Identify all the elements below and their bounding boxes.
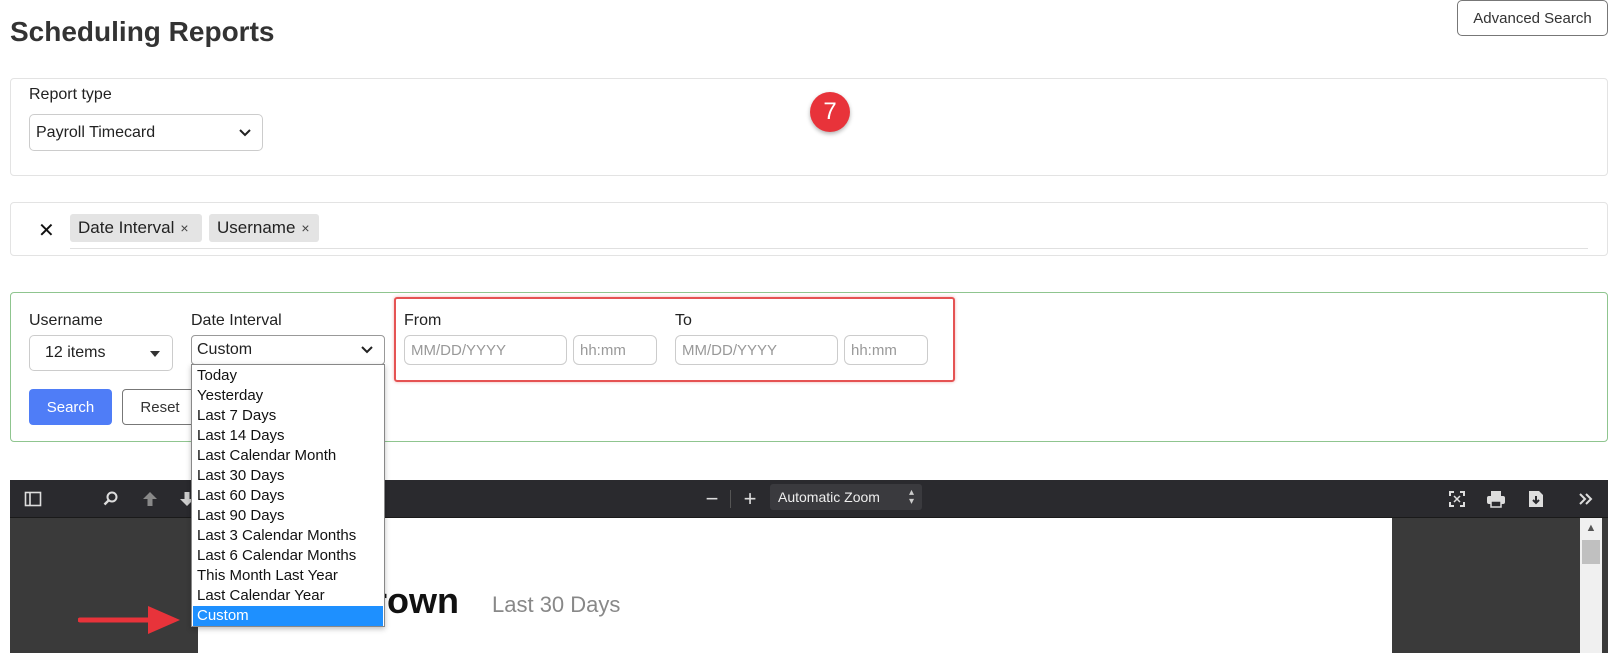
date-interval-select[interactable]: Custom (191, 335, 385, 365)
dropdown-option-last-7-days[interactable]: Last 7 Days (193, 406, 383, 426)
dropdown-option-last-3-calendar-months[interactable]: Last 3 Calendar Months (193, 526, 383, 546)
scroll-thumb[interactable] (1582, 540, 1600, 564)
annotation-highlight-box (394, 297, 955, 382)
clear-filters-icon[interactable]: ✕ (38, 218, 55, 243)
dropdown-option-yesterday[interactable]: Yesterday (193, 386, 383, 406)
advanced-search-button[interactable]: Advanced Search (1457, 0, 1608, 36)
print-icon[interactable] (1483, 486, 1509, 512)
chevron-down-icon (361, 346, 373, 354)
dropdown-option-last-calendar-month[interactable]: Last Calendar Month (193, 446, 383, 466)
username-value: 12 items (45, 344, 106, 361)
dropdown-option-last-6-calendar-months[interactable]: Last 6 Calendar Months (193, 546, 383, 566)
dropdown-option-custom[interactable]: Custom (193, 606, 383, 626)
previous-page-icon[interactable] (137, 486, 163, 512)
reset-button[interactable]: Reset (122, 389, 198, 425)
report-type-value: Payroll Timecard (36, 123, 156, 141)
dropdown-option-last-14-days[interactable]: Last 14 Days (193, 426, 383, 446)
report-type-select[interactable]: Payroll Timecard (29, 114, 263, 151)
report-heading: rown (373, 580, 459, 621)
dropdown-option-today[interactable]: Today (193, 366, 383, 386)
date-interval-value: Custom (197, 341, 253, 358)
dropdown-option-last-90-days[interactable]: Last 90 Days (193, 506, 383, 526)
scroll-up-icon[interactable]: ▲ (1580, 518, 1602, 538)
download-icon[interactable] (1523, 486, 1549, 512)
pdf-scrollbar[interactable] (1580, 518, 1602, 653)
filter-chip-username: Username × (209, 214, 319, 242)
filters-divider (70, 248, 1588, 249)
search-button[interactable]: Search (29, 389, 112, 425)
annotation-arrow-icon (78, 606, 180, 634)
zoom-select[interactable]: Automatic Zoom ▴ ▾ (770, 484, 922, 510)
zoom-in-icon[interactable]: + (737, 486, 763, 512)
report-type-label: Report type (29, 86, 112, 103)
step-number-badge: 7 (810, 92, 850, 132)
chevron-down-icon (239, 128, 251, 136)
date-interval-label: Date Interval (191, 312, 282, 329)
username-label: Username (29, 312, 103, 329)
report-subtitle: Last 30 Days (492, 592, 621, 617)
updown-caret-icon: ▴ ▾ (908, 487, 914, 507)
filter-chip-date-interval: Date Interval × (70, 214, 202, 242)
zoom-value: Automatic Zoom (778, 489, 880, 505)
dropdown-option-this-month-last-year[interactable]: This Month Last Year (193, 566, 383, 586)
caret-down-icon (150, 351, 160, 357)
toolbar-separator (730, 490, 731, 508)
dropdown-option-last-60-days[interactable]: Last 60 Days (193, 486, 383, 506)
date-interval-dropdown: Today Yesterday Last 7 Days Last 14 Days… (191, 364, 385, 627)
sidebar-toggle-icon[interactable] (20, 486, 46, 512)
dropdown-option-last-calendar-year[interactable]: Last Calendar Year (193, 586, 383, 606)
tools-menu-icon[interactable] (1573, 486, 1599, 512)
zoom-out-icon[interactable]: − (699, 486, 725, 512)
presentation-mode-icon[interactable] (1444, 486, 1470, 512)
remove-chip-icon[interactable]: × (301, 220, 309, 236)
chip-label: Username (217, 218, 296, 237)
dropdown-option-last-30-days[interactable]: Last 30 Days (193, 466, 383, 486)
search-icon[interactable] (98, 486, 124, 512)
page-title: Scheduling Reports (10, 16, 275, 47)
username-select[interactable]: 12 items (29, 335, 173, 371)
remove-chip-icon[interactable]: × (180, 220, 188, 236)
chip-label: Date Interval (78, 218, 175, 237)
